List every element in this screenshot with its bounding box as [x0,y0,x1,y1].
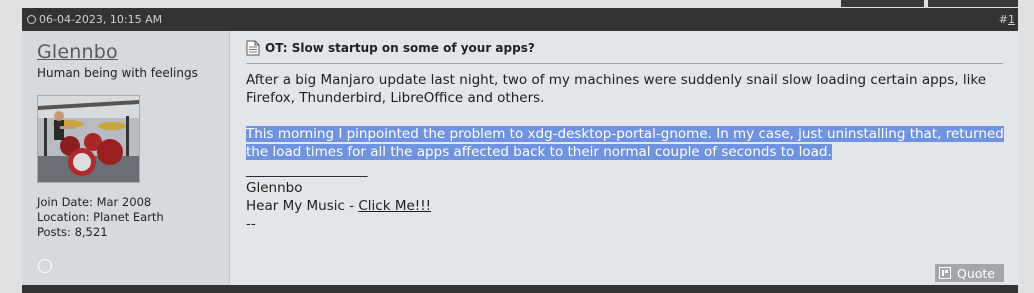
username-link[interactable]: Glennbo [37,41,118,63]
post-title-text: OT: Slow startup on some of your apps? [265,41,535,55]
avatar-image [38,96,139,182]
quote-icon [939,267,951,279]
next-post-header [22,285,1018,293]
online-status-icon [38,259,52,273]
join-date: Join Date: Mar 2008 [37,195,152,209]
signature: __________________ Glennbo Hear My Music… [246,161,1006,233]
user-title: Human being with feelings [37,66,198,80]
post-header: 06-04-2023, 10:15 AM #1 [22,8,1018,31]
title-divider [246,63,1003,64]
post-status-icon [27,15,36,24]
quote-label: Quote [957,265,996,281]
forum-post: 06-04-2023, 10:15 AM #1 Glennbo Human be… [22,8,1018,285]
signature-separator: __________________ [246,162,368,178]
post-number-prefix: # [998,13,1008,26]
post-date-text: 06-04-2023, 10:15 AM [39,13,163,26]
post-paragraph-1: After a big Manjaro update last night, t… [246,72,987,106]
post-body: After a big Manjaro update last night, t… [246,71,1006,233]
top-tab-right[interactable] [928,0,1018,7]
signature-dashes: -- [246,216,256,232]
signature-music-line: Hear My Music - Click Me!!! [246,197,1006,215]
post-number-link[interactable]: 1 [1008,13,1015,26]
post-title: OT: Slow startup on some of your apps? [246,40,535,56]
user-stats: Join Date: Mar 2008 Location: Planet Ear… [37,195,164,240]
post-date: 06-04-2023, 10:15 AM [27,8,162,31]
avatar[interactable] [37,95,140,183]
post-count: Posts: 8,521 [37,225,108,239]
selected-text: This morning I pinpointed the problem to… [246,126,1004,160]
click-me-link[interactable]: Click Me!!! [358,198,431,214]
signature-music-prefix: Hear My Music - [246,198,359,214]
top-tab-left[interactable] [841,0,924,7]
post-number: #1 [999,8,1015,31]
user-info-panel: Glennbo Human being with feelings Join D… [22,31,230,285]
post-content: OT: Slow startup on some of your apps? A… [230,31,1018,285]
post-paragraph-2: This morning I pinpointed the problem to… [246,125,1006,161]
signature-name: Glennbo [246,180,303,196]
location: Location: Planet Earth [37,210,164,224]
document-icon [246,40,260,56]
quote-button[interactable]: Quote [935,264,1004,282]
